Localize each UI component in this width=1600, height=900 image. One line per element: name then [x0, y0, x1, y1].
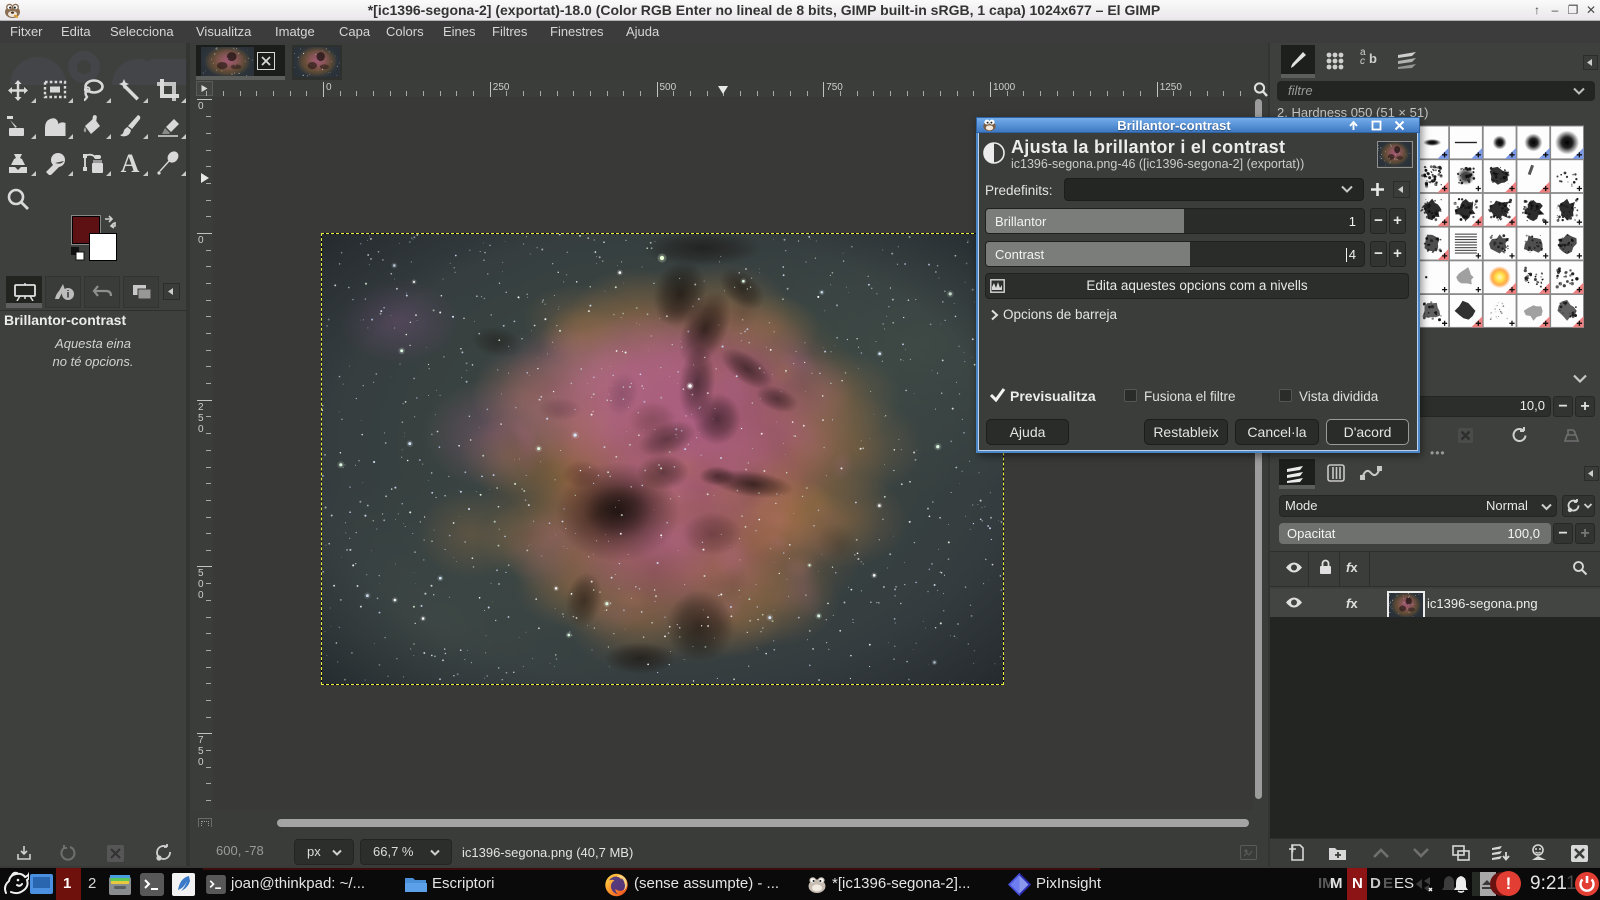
svg-text:i: i: [67, 290, 70, 301]
svg-text:A: A: [121, 151, 140, 175]
